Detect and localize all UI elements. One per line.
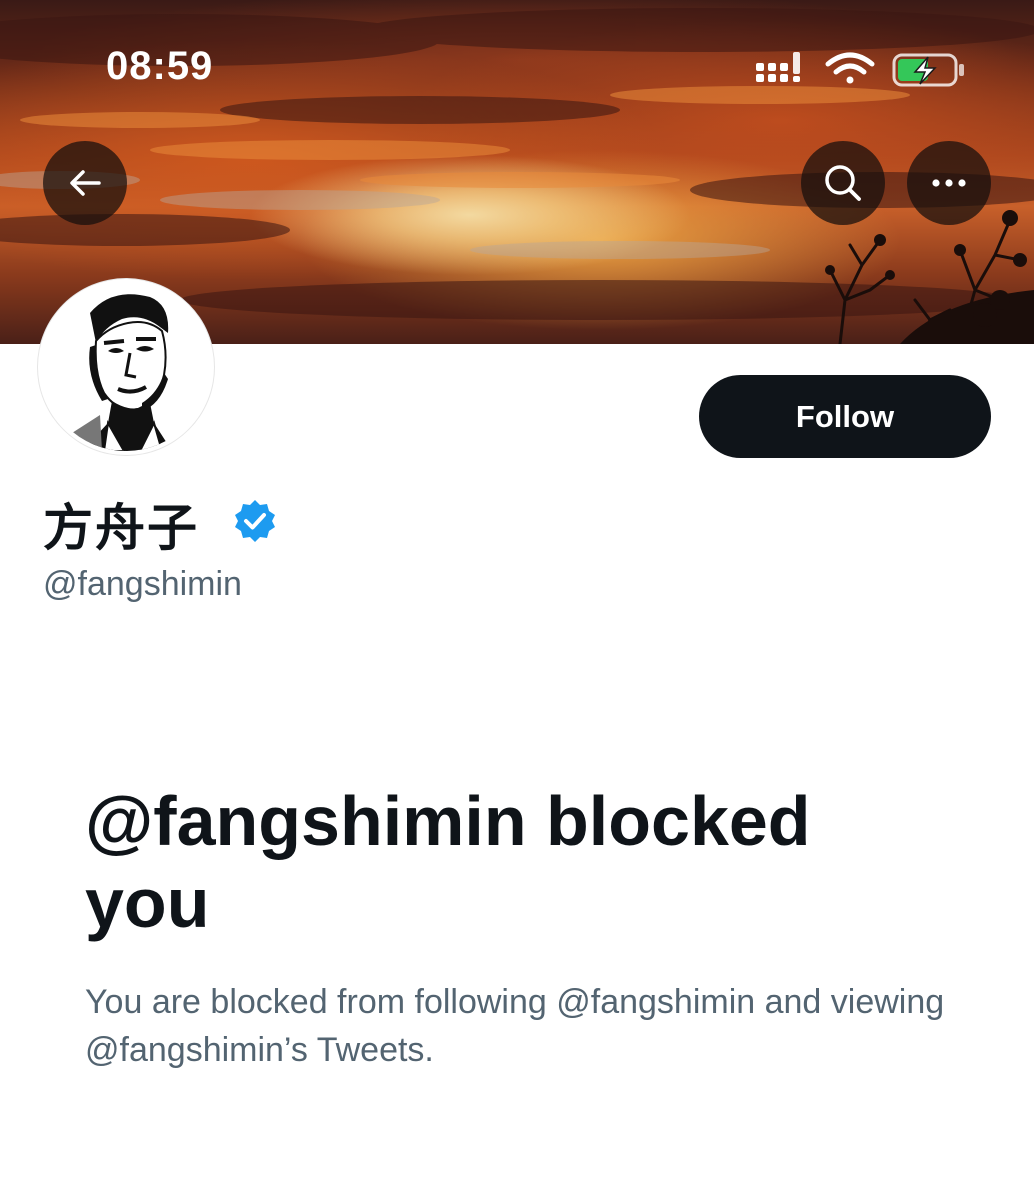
verified-badge-icon xyxy=(235,500,275,542)
cellular-signal-icon xyxy=(756,52,800,82)
battery-charging-icon xyxy=(892,53,964,87)
blocked-description: You are blocked from following @fangshim… xyxy=(85,983,945,1069)
avatar-portrait-image xyxy=(42,283,210,451)
wifi-icon xyxy=(825,52,875,84)
follow-button[interactable]: Follow xyxy=(699,375,991,458)
more-options-button[interactable] xyxy=(907,141,991,225)
profile-display-name: 方舟子 xyxy=(43,499,199,557)
status-icons xyxy=(756,52,964,87)
avatar[interactable] xyxy=(38,279,214,455)
profile-handle: @fangshimin xyxy=(43,565,242,603)
back-button[interactable] xyxy=(43,141,127,225)
blocked-heading: @fangshimin blocked you xyxy=(85,782,811,942)
search-icon xyxy=(825,165,861,201)
status-time: 08:59 xyxy=(106,44,214,88)
arrow-left-icon xyxy=(70,170,101,196)
more-horizontal-icon xyxy=(932,179,966,187)
search-button[interactable] xyxy=(801,141,885,225)
